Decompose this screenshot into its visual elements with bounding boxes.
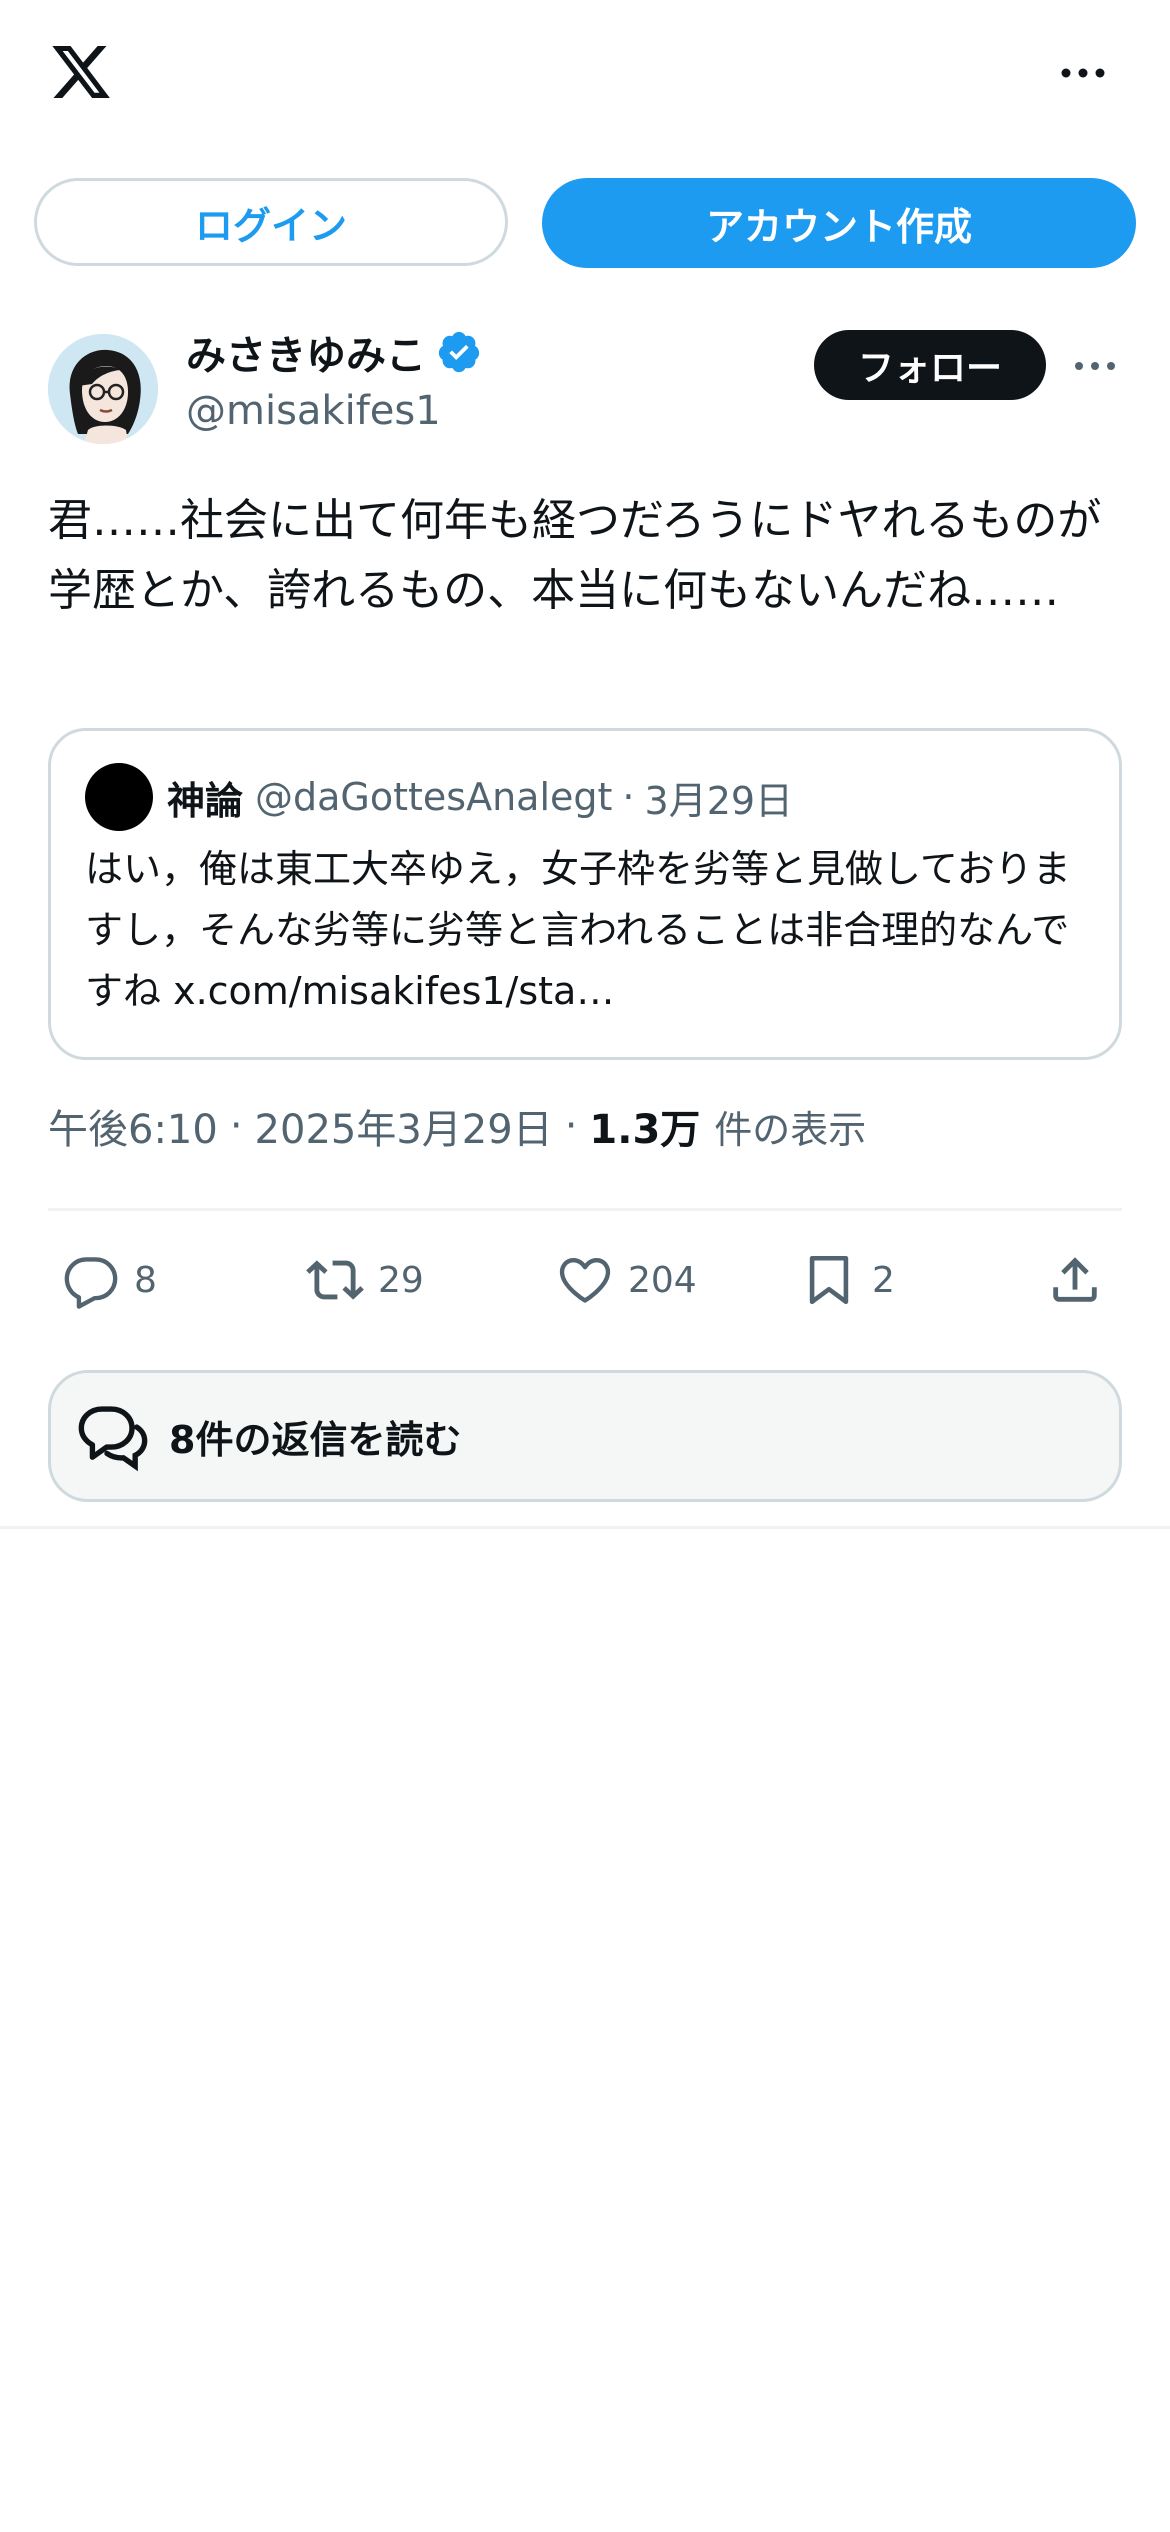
quoted-tweet-text: はい，俺は東工大卒ゆえ，女子枠を劣等と見做しておりますし，そんな劣等に劣等と言わ… [85,847,1071,1013]
action-bar: 8 29 204 2 [0,1240,1170,1320]
author-handle[interactable]: @misakifes1 [186,388,441,434]
tweet-meta: 午後6:10 · 2025年3月29日 · 1.3万 件の表示 [48,1096,866,1156]
follow-button[interactable]: フォロー [814,330,1046,400]
verified-badge-icon [438,331,480,373]
author-display-name[interactable]: みさきゆみこ [186,323,426,381]
bookmark-icon [809,1255,849,1305]
quoted-tweet-header: 神論 @daGottesAnalegt · 3月29日 [85,763,793,831]
read-replies-button[interactable]: 8件の返信を読む [48,1370,1122,1502]
bookmark-count: 2 [872,1259,895,1301]
reply-button[interactable]: 8 [62,1250,157,1310]
tweet-time[interactable]: 午後6:10 [48,1097,218,1155]
quoted-separator: · [622,775,635,819]
quoted-date: 3月29日 [644,778,794,823]
reply-count: 8 [134,1259,157,1301]
share-icon [1053,1257,1097,1302]
signup-button[interactable]: アカウント作成 [542,178,1136,268]
x-logo-icon[interactable] [46,40,116,104]
retweet-count: 29 [378,1259,424,1301]
login-button[interactable]: ログイン [34,178,508,266]
tweet-more-icon[interactable] [1072,354,1118,378]
retweet-button[interactable]: 29 [306,1250,424,1310]
quoted-avatar [85,763,153,831]
author-name-line: みさきゆみこ [186,322,482,382]
quoted-handle: @daGottesAnalegt [255,775,613,819]
like-count: 204 [628,1259,697,1301]
auth-buttons: ログイン アカウント作成 [0,178,1170,270]
replies-bubbles-icon [78,1406,148,1472]
heart-icon [559,1258,611,1303]
more-horizontal-icon[interactable] [1058,58,1108,88]
share-button[interactable] [1046,1250,1104,1310]
views-count: 1.3万 [589,1107,701,1153]
meta-separator: · [229,1103,243,1149]
read-replies-label: 8件の返信を読む [169,1417,462,1462]
avatar[interactable] [48,334,158,444]
divider [48,1208,1122,1211]
tweet-text: 君……社会に出て何年も経つだろうにドヤれるものが学歴とか、誇れるもの、本当に何も… [48,495,1102,616]
views-label: 件の表示 [714,1107,867,1152]
like-button[interactable]: 204 [556,1250,697,1310]
bottom-divider [0,1526,1170,1529]
bookmark-button[interactable]: 2 [800,1250,895,1310]
tweet-date[interactable]: 2025年3月29日 [255,1097,553,1155]
meta-separator: · [564,1103,578,1149]
quoted-display-name: 神論 [167,778,244,823]
quoted-tweet-card[interactable]: 神論 @daGottesAnalegt · 3月29日 はい，俺は東工大卒ゆえ，… [48,728,1122,1060]
retweet-icon [306,1260,364,1300]
top-bar [0,0,1170,150]
reply-icon [64,1257,118,1309]
